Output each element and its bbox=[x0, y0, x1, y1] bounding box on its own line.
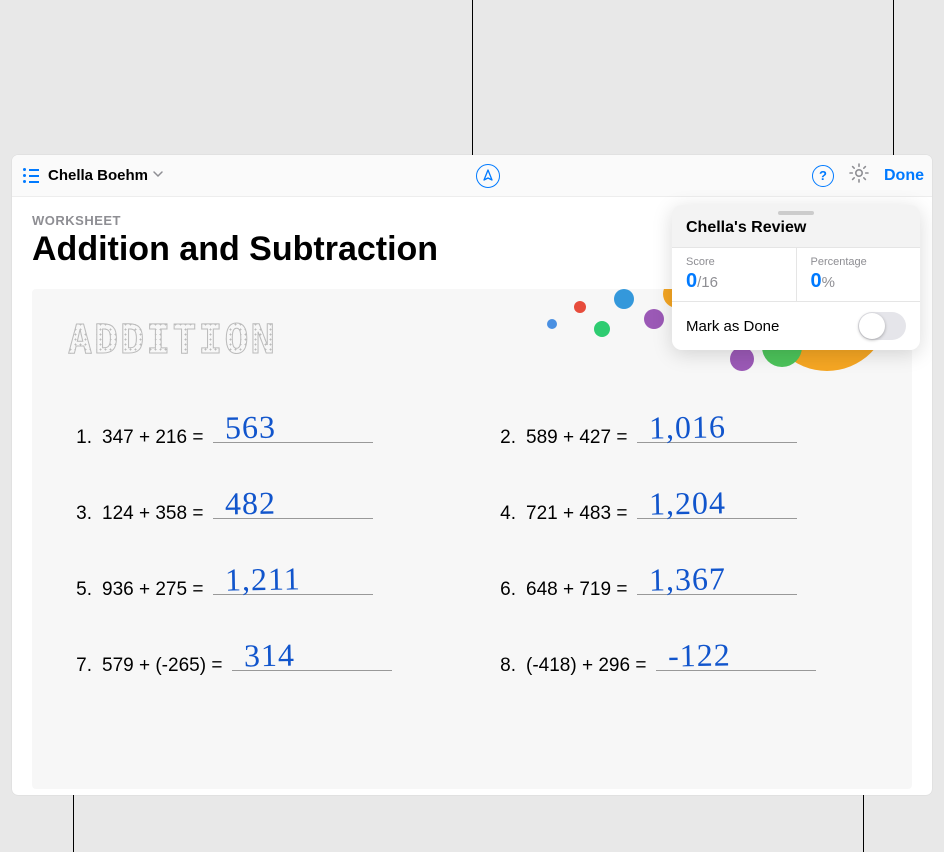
problem-row: 2. 589 + 427 = 1,016 bbox=[492, 415, 876, 449]
gear-icon[interactable] bbox=[848, 162, 870, 189]
handwritten-answer: 314 bbox=[244, 637, 296, 675]
callout-line-top bbox=[472, 0, 473, 155]
problem-number: 6. bbox=[492, 579, 516, 601]
bubble bbox=[644, 309, 664, 329]
problem-number: 7. bbox=[68, 655, 92, 677]
answer-line[interactable]: -122 bbox=[656, 643, 816, 671]
score-value: 0/16 bbox=[686, 270, 782, 293]
score-num: 0 bbox=[686, 270, 697, 292]
answer-line[interactable]: 314 bbox=[232, 643, 392, 671]
answer-line[interactable]: 1,367 bbox=[637, 567, 797, 595]
toolbar: Chella Boehm ? Done bbox=[12, 155, 932, 197]
review-panel: Chella's Review Score 0/16 Percentage 0%… bbox=[672, 205, 920, 350]
answer-line[interactable]: 1,016 bbox=[637, 415, 797, 443]
problem-expression: 648 + 719 = bbox=[526, 579, 627, 601]
panel-stats: Score 0/16 Percentage 0% bbox=[672, 247, 920, 302]
handwritten-answer: 1,204 bbox=[649, 484, 727, 522]
handwritten-answer: -122 bbox=[668, 636, 731, 674]
student-dropdown[interactable]: Chella Boehm bbox=[48, 167, 164, 184]
answer-line[interactable]: 563 bbox=[213, 415, 373, 443]
score-stat[interactable]: Score 0/16 bbox=[672, 248, 797, 301]
bubble bbox=[574, 301, 586, 313]
answer-line[interactable]: 1,204 bbox=[637, 491, 797, 519]
problem-row: 5. 936 + 275 = 1,211 bbox=[68, 567, 452, 601]
percentage-unit: % bbox=[822, 274, 835, 291]
problem-number: 3. bbox=[68, 503, 92, 525]
help-char: ? bbox=[819, 168, 827, 183]
percentage-value: 0% bbox=[811, 270, 907, 293]
problem-row: 1. 347 + 216 = 563 bbox=[68, 415, 452, 449]
handwritten-answer: 482 bbox=[225, 485, 277, 523]
mark-done-toggle[interactable] bbox=[858, 312, 906, 340]
handwritten-answer: 1,016 bbox=[649, 408, 727, 446]
chevron-down-icon bbox=[152, 167, 164, 184]
percentage-stat[interactable]: Percentage 0% bbox=[797, 248, 921, 301]
problem-expression: 589 + 427 = bbox=[526, 427, 627, 449]
problem-expression: 579 + (-265) = bbox=[102, 655, 222, 677]
problem-row: 4. 721 + 483 = 1,204 bbox=[492, 491, 876, 525]
problem-expression: 124 + 358 = bbox=[102, 503, 203, 525]
problem-number: 4. bbox=[492, 503, 516, 525]
score-label: Score bbox=[686, 256, 782, 268]
problems-grid: 1. 347 + 216 = 563 2. 589 + 427 = 1,016 … bbox=[68, 415, 876, 677]
toggle-knob bbox=[859, 313, 885, 339]
done-button[interactable]: Done bbox=[884, 167, 924, 185]
problem-number: 1. bbox=[68, 427, 92, 449]
problem-expression: 936 + 275 = bbox=[102, 579, 203, 601]
score-denom: /16 bbox=[697, 274, 718, 291]
problem-number: 2. bbox=[492, 427, 516, 449]
problem-expression: 721 + 483 = bbox=[526, 503, 627, 525]
bubble bbox=[730, 347, 754, 371]
mark-done-label: Mark as Done bbox=[686, 318, 779, 335]
handwritten-answer: 1,367 bbox=[649, 560, 727, 598]
handwritten-answer: 563 bbox=[225, 409, 277, 447]
worksheet-area: ADDITION 1. 347 + 216 = 563 2. 589 + 427… bbox=[32, 289, 912, 789]
markup-icon[interactable] bbox=[476, 164, 500, 188]
bubble bbox=[614, 289, 634, 309]
problem-row: 7. 579 + (-265) = 314 bbox=[68, 643, 452, 677]
list-icon[interactable] bbox=[20, 165, 42, 187]
problem-row: 8. (-418) + 296 = -122 bbox=[492, 643, 876, 677]
problem-row: 3. 124 + 358 = 482 bbox=[68, 491, 452, 525]
percentage-num: 0 bbox=[811, 270, 822, 292]
toolbar-center bbox=[164, 164, 812, 188]
mark-done-row: Mark as Done bbox=[672, 302, 920, 350]
problem-row: 6. 648 + 719 = 1,367 bbox=[492, 567, 876, 601]
review-panel-title: Chella's Review bbox=[672, 215, 920, 247]
problem-number: 8. bbox=[492, 655, 516, 677]
percentage-label: Percentage bbox=[811, 256, 907, 268]
problem-expression: 347 + 216 = bbox=[102, 427, 203, 449]
toolbar-right: ? Done bbox=[812, 162, 924, 189]
answer-line[interactable]: 1,211 bbox=[213, 567, 373, 595]
bubble bbox=[594, 321, 610, 337]
answer-line[interactable]: 482 bbox=[213, 491, 373, 519]
handwritten-answer: 1,211 bbox=[225, 560, 301, 598]
student-name-label: Chella Boehm bbox=[48, 167, 148, 184]
problem-number: 5. bbox=[68, 579, 92, 601]
app-window: Chella Boehm ? Done N WORKSHEET Addition… bbox=[12, 155, 932, 795]
bubble bbox=[547, 319, 557, 329]
help-icon[interactable]: ? bbox=[812, 165, 834, 187]
toolbar-left: Chella Boehm bbox=[20, 165, 164, 187]
problem-expression: (-418) + 296 = bbox=[526, 655, 646, 677]
